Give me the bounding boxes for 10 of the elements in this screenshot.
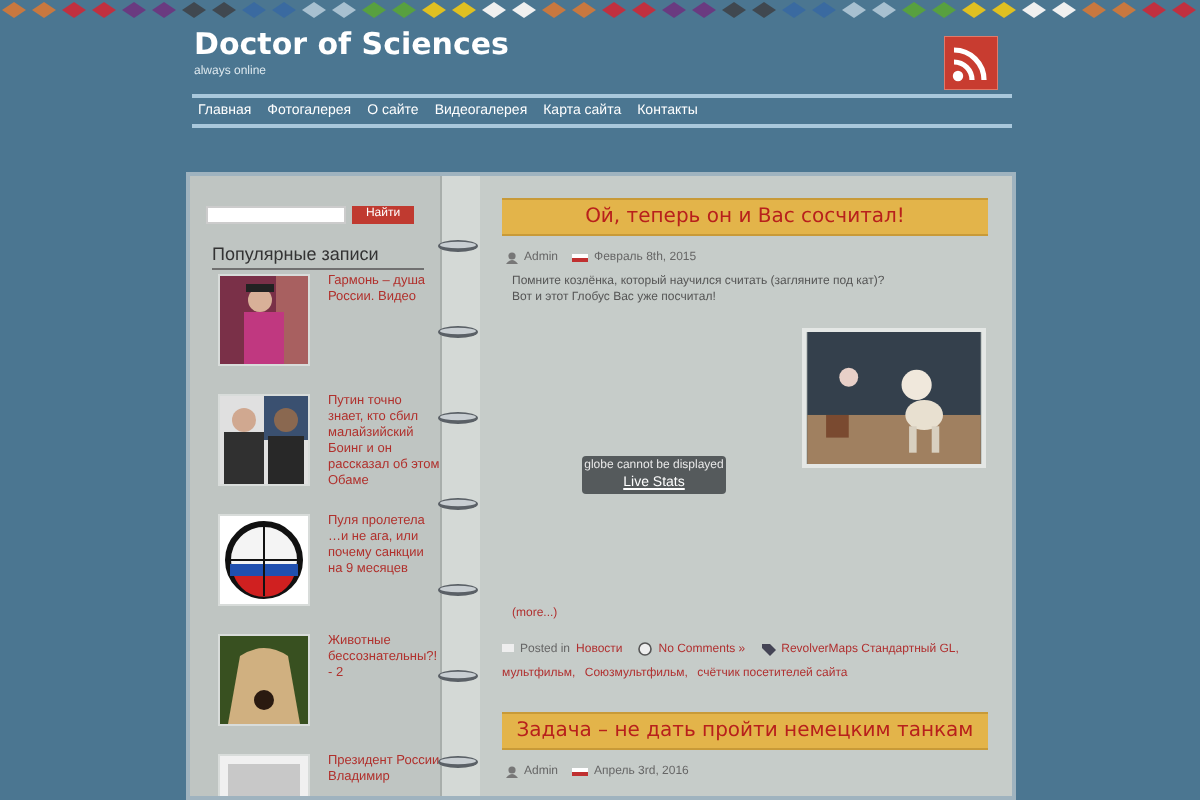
user-icon: [506, 252, 518, 264]
site-title[interactable]: Doctor of Sciences: [194, 26, 509, 62]
post-title[interactable]: Задача – не дать пройти немецким танкам: [502, 712, 988, 750]
search-field[interactable]: [206, 206, 346, 224]
sidebar-heading: Популярные записи: [212, 244, 424, 270]
rss-icon: [944, 36, 998, 90]
post-title[interactable]: Ой, теперь он и Вас сосчитал!: [502, 198, 988, 236]
comment-icon: [638, 641, 653, 656]
tag-icon: [761, 641, 776, 656]
user-icon: [506, 766, 518, 778]
